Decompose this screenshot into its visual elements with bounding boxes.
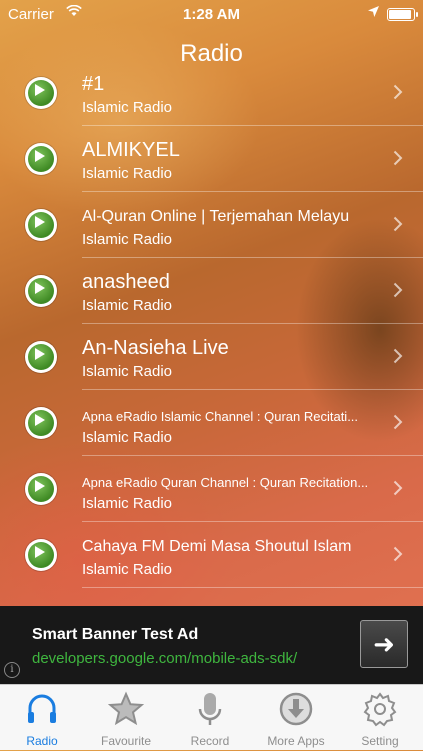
- location-arrow-icon: [368, 5, 379, 20]
- play-icon[interactable]: [25, 341, 57, 373]
- chevron-right-icon: [393, 544, 403, 566]
- list-item[interactable]: #1 Islamic Radio: [0, 60, 423, 126]
- list-item[interactable]: ALMIKYEL Islamic Radio: [0, 126, 423, 192]
- tab-setting[interactable]: Setting: [338, 685, 422, 751]
- ad-info-icon[interactable]: i: [4, 662, 20, 678]
- station-name: Apna eRadio Quran Channel : Quran Recita…: [82, 475, 369, 490]
- play-icon[interactable]: [25, 77, 57, 109]
- station-category: Islamic Radio: [82, 429, 173, 446]
- tab-label: Favourite: [100, 734, 152, 748]
- station-name: Cahaya FM Demi Masa Shoutul Islam: [82, 538, 352, 555]
- tab-label: Radio: [26, 734, 58, 748]
- ad-arrow-button[interactable]: ➜: [360, 620, 408, 668]
- station-list: #1 Islamic Radio ALMIKYEL Islamic Radio Al-Q…: [0, 60, 423, 588]
- chevron-right-icon: [393, 214, 403, 236]
- station-category: Islamic Radio: [82, 561, 173, 578]
- play-icon[interactable]: [25, 143, 57, 175]
- tab-favourite[interactable]: Favourite: [84, 685, 168, 751]
- play-icon[interactable]: [25, 473, 57, 505]
- chevron-right-icon: [393, 148, 403, 170]
- clock: 1:28 AM: [183, 6, 240, 23]
- station-name: An-Nasieha Live: [82, 337, 229, 359]
- ad-title: Smart Banner Test Ad: [32, 626, 199, 643]
- station-category: Islamic Radio: [82, 495, 173, 512]
- tab-record[interactable]: Record: [168, 685, 252, 751]
- chevron-right-icon: [393, 478, 403, 500]
- list-item[interactable]: Apna eRadio Quran Channel : Quran Recita…: [0, 456, 423, 522]
- station-name: Al-Quran Online | Terjemahan Melayu: [82, 208, 350, 225]
- gear-icon: [338, 691, 422, 727]
- battery-icon: [387, 8, 418, 21]
- chevron-right-icon: [393, 82, 403, 104]
- tab-label: Record: [190, 734, 230, 748]
- headphones-icon: [0, 691, 84, 727]
- station-category: Islamic Radio: [82, 363, 173, 380]
- tab-more-apps[interactable]: More Apps: [254, 685, 338, 751]
- microphone-icon: [168, 691, 252, 727]
- station-name: ALMIKYEL: [82, 139, 180, 161]
- list-item[interactable]: Apna eRadio Islamic Channel : Quran Reci…: [0, 390, 423, 456]
- chevron-right-icon: [393, 280, 403, 302]
- tab-label: Setting: [361, 734, 399, 748]
- list-item[interactable]: anasheed Islamic Radio: [0, 258, 423, 324]
- list-item[interactable]: An-Nasieha Live Islamic Radio: [0, 324, 423, 390]
- chevron-right-icon: [393, 412, 403, 434]
- status-bar: Carrier 1:28 AM: [0, 0, 423, 30]
- list-item[interactable]: Cahaya FM Demi Masa Shoutul Islam Islamic…: [0, 522, 423, 588]
- station-category: Islamic Radio: [82, 231, 173, 248]
- tab-radio[interactable]: Radio: [0, 685, 84, 751]
- ad-url[interactable]: developers.google.com/mobile-ads-sdk/: [32, 650, 297, 667]
- play-icon[interactable]: [25, 539, 57, 571]
- download-icon: [254, 691, 338, 727]
- list-item[interactable]: Al-Quran Online | Terjemahan Melayu Islam…: [0, 192, 423, 258]
- station-category: Islamic Radio: [82, 99, 173, 116]
- tab-label: More Apps: [267, 734, 325, 748]
- ad-banner[interactable]: Smart Banner Test Ad developers.google.c…: [0, 606, 423, 684]
- station-category: Islamic Radio: [82, 165, 173, 182]
- station-category: Islamic Radio: [82, 297, 173, 314]
- station-name: Apna eRadio Islamic Channel : Quran Reci…: [82, 409, 359, 424]
- chevron-right-icon: [393, 346, 403, 368]
- play-icon[interactable]: [25, 209, 57, 241]
- play-icon[interactable]: [25, 407, 57, 439]
- star-icon: [84, 691, 168, 727]
- station-name: anasheed: [82, 271, 170, 293]
- play-icon[interactable]: [25, 275, 57, 307]
- station-name: #1: [82, 73, 105, 95]
- tab-bar: Radio Favourite Record More Apps Setting: [0, 684, 423, 750]
